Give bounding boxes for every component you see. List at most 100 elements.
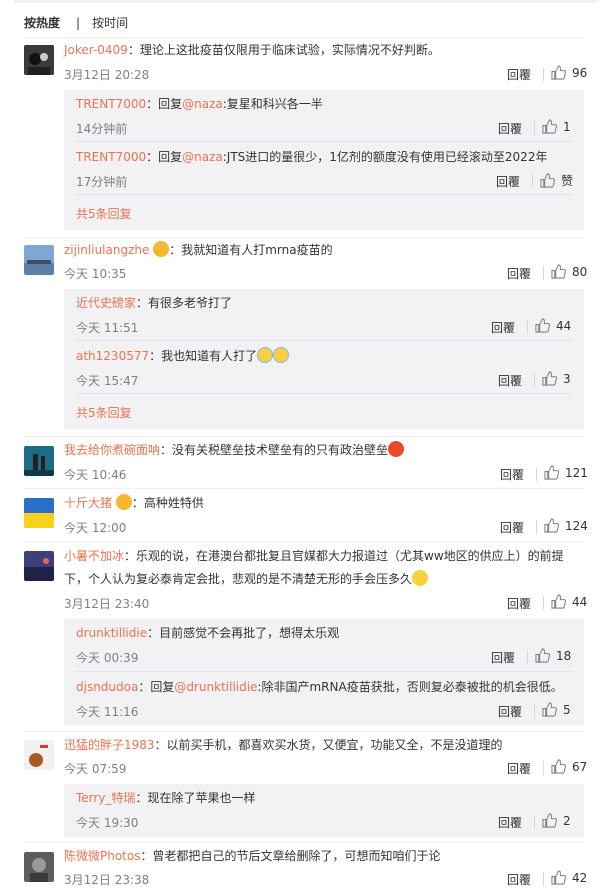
username-link[interactable]: ath1230577	[76, 349, 149, 363]
avatar[interactable]	[24, 45, 54, 75]
reply-button[interactable]: 回覆	[507, 595, 531, 612]
mention-link[interactable]: @drunktillidie	[174, 680, 257, 694]
tab-by-time[interactable]: 按时间	[92, 16, 128, 30]
reply-button[interactable]: 回覆	[500, 519, 524, 536]
comment-body: ：我就知道有人打mrna疫苗的	[169, 243, 333, 257]
username-link[interactable]: 我去给你煮碗面呐	[64, 443, 160, 457]
tab-by-hot[interactable]: 按热度	[24, 16, 60, 30]
like-button[interactable]: 3	[542, 371, 571, 386]
reply-button[interactable]: 回覆	[498, 120, 522, 137]
username-link[interactable]: 迅猛的胖子1983	[64, 738, 155, 752]
like-count: 赞	[561, 174, 574, 188]
reply-prefix: ：回复	[138, 680, 175, 694]
reply-box: Terry_特瑞：现在除了苹果也一样 今天 19:30 回覆 2	[64, 784, 584, 837]
reply-text: TRENT7000：回复@naza:复星和科兴各一半	[76, 94, 323, 114]
reply-button[interactable]: 回覆	[491, 319, 515, 336]
comment-time: 3月12日 23:38	[64, 873, 150, 887]
like-button[interactable]: 67	[551, 759, 587, 774]
action-separator	[543, 872, 544, 886]
like-button[interactable]: 5	[542, 702, 571, 717]
laugh-cry-emoji	[273, 347, 290, 363]
shy-emoji	[412, 570, 429, 586]
thumbs-up-icon	[542, 702, 557, 717]
reply-box: drunktillidie：目前感觉不会再批了，想得太乐观 今天 00:39 回…	[64, 619, 584, 725]
username-link[interactable]: TRENT7000	[76, 97, 146, 111]
more-replies-link[interactable]: 共5条回复	[76, 404, 132, 421]
mention-link[interactable]: @naza	[182, 97, 223, 111]
thumbs-up-icon	[544, 465, 559, 480]
username-link[interactable]: TRENT7000	[76, 150, 146, 164]
username-link[interactable]: drunktillidie	[76, 626, 147, 640]
avatar[interactable]	[24, 852, 54, 882]
avatar[interactable]	[24, 446, 54, 476]
avatar[interactable]	[24, 245, 54, 275]
comment-divider	[24, 731, 584, 732]
avatar[interactable]	[24, 740, 54, 770]
comment-body: ：理论上这批疫苗仅限用于临床试验，实际情况不好判断。	[127, 43, 440, 57]
like-count: 42	[572, 871, 588, 885]
reply-divider	[76, 141, 572, 142]
reply-button[interactable]: 回覆	[498, 372, 522, 389]
mention-link[interactable]: @naza	[182, 150, 223, 164]
reply-text: djsndudoa：回复@drunktillidie:除非国产mRNA疫苗获批，…	[76, 677, 563, 697]
action-separator	[536, 467, 537, 481]
reply-button[interactable]: 回覆	[507, 871, 531, 888]
reply-button[interactable]: 回覆	[500, 466, 524, 483]
reply-button[interactable]: 回覆	[507, 265, 531, 282]
like-count: 44	[572, 595, 588, 609]
avatar[interactable]	[24, 551, 54, 581]
thumbs-up-icon	[551, 65, 566, 80]
like-button[interactable]: 赞	[540, 172, 573, 189]
reply-button[interactable]: 回覆	[491, 649, 515, 666]
action-separator	[534, 121, 535, 135]
reply-time: 今天 11:16	[76, 705, 139, 719]
like-button[interactable]: 2	[542, 813, 571, 828]
like-count: 80	[572, 265, 588, 279]
comment-time: 今天 10:46	[64, 468, 127, 482]
reply-button[interactable]: 回覆	[507, 760, 531, 777]
username-link[interactable]: djsndudoa	[76, 680, 138, 694]
comment-text: 小暑不加冰：乐观的说，在港澳台都批复且官媒都大力报道过（尤其ww地区的供应上）的…	[64, 546, 591, 567]
vip-badge-icon	[153, 241, 170, 257]
reply-prefix: ：回复	[146, 150, 183, 164]
like-button[interactable]: 42	[551, 870, 587, 885]
comment-text: zijinliulangzhe ：我就知道有人打mrna疫苗的	[64, 240, 591, 261]
like-button[interactable]: 124	[544, 518, 588, 533]
comment-body: ：以前买手机，都喜欢买水货，又便宜，功能又全，不是没道理的	[154, 738, 503, 752]
action-separator	[527, 650, 528, 664]
like-button[interactable]: 18	[535, 648, 571, 663]
comment-body: 下，个人认为复必泰肯定会批，悲观的是不清楚无形的手会压多久	[64, 572, 413, 586]
sort-divider	[24, 37, 584, 38]
thumbs-up-icon	[551, 264, 566, 279]
username-link[interactable]: Terry_特瑞	[76, 791, 135, 805]
username-link[interactable]: 近代史磅家	[76, 296, 136, 310]
like-button[interactable]: 1	[542, 119, 571, 134]
top-border	[14, 0, 597, 3]
more-replies-link[interactable]: 共5条回复	[76, 205, 132, 222]
avatar[interactable]	[24, 498, 54, 528]
reply-button[interactable]: 回覆	[507, 66, 531, 83]
username-link[interactable]: 十斤大猪	[64, 496, 112, 510]
username-link[interactable]: Joker-0409	[64, 43, 128, 57]
like-button[interactable]: 80	[551, 264, 587, 279]
username-link[interactable]: zijinliulangzhe	[64, 243, 149, 257]
vip-badge-icon	[115, 494, 132, 510]
tab-separator: |	[76, 16, 81, 30]
like-button[interactable]: 44	[535, 318, 571, 333]
like-button[interactable]: 96	[551, 65, 587, 80]
like-button[interactable]: 44	[551, 594, 587, 609]
reply-button[interactable]: 回覆	[498, 814, 522, 831]
reply-button[interactable]: 回覆	[498, 703, 522, 720]
comment-text: 我去给你煮碗面呐：没有关税壁垒技术壁垒有的只有政治壁垒	[64, 440, 591, 461]
username-link[interactable]: 陈微微Photos	[64, 849, 140, 863]
thumbs-up-icon	[544, 518, 559, 533]
thumbs-up-icon	[551, 759, 566, 774]
like-count: 3	[563, 372, 571, 386]
like-count: 18	[556, 649, 572, 663]
comment-body: ：没有关税壁垒技术壁垒有的只有政治壁垒	[160, 443, 389, 457]
like-button[interactable]: 121	[544, 465, 588, 480]
username-link[interactable]: 小暑不加冰	[64, 549, 124, 563]
reply-button[interactable]: 回覆	[496, 173, 520, 190]
like-count: 96	[572, 66, 588, 80]
reply-text: ath1230577：我也知道有人打了	[76, 346, 290, 366]
